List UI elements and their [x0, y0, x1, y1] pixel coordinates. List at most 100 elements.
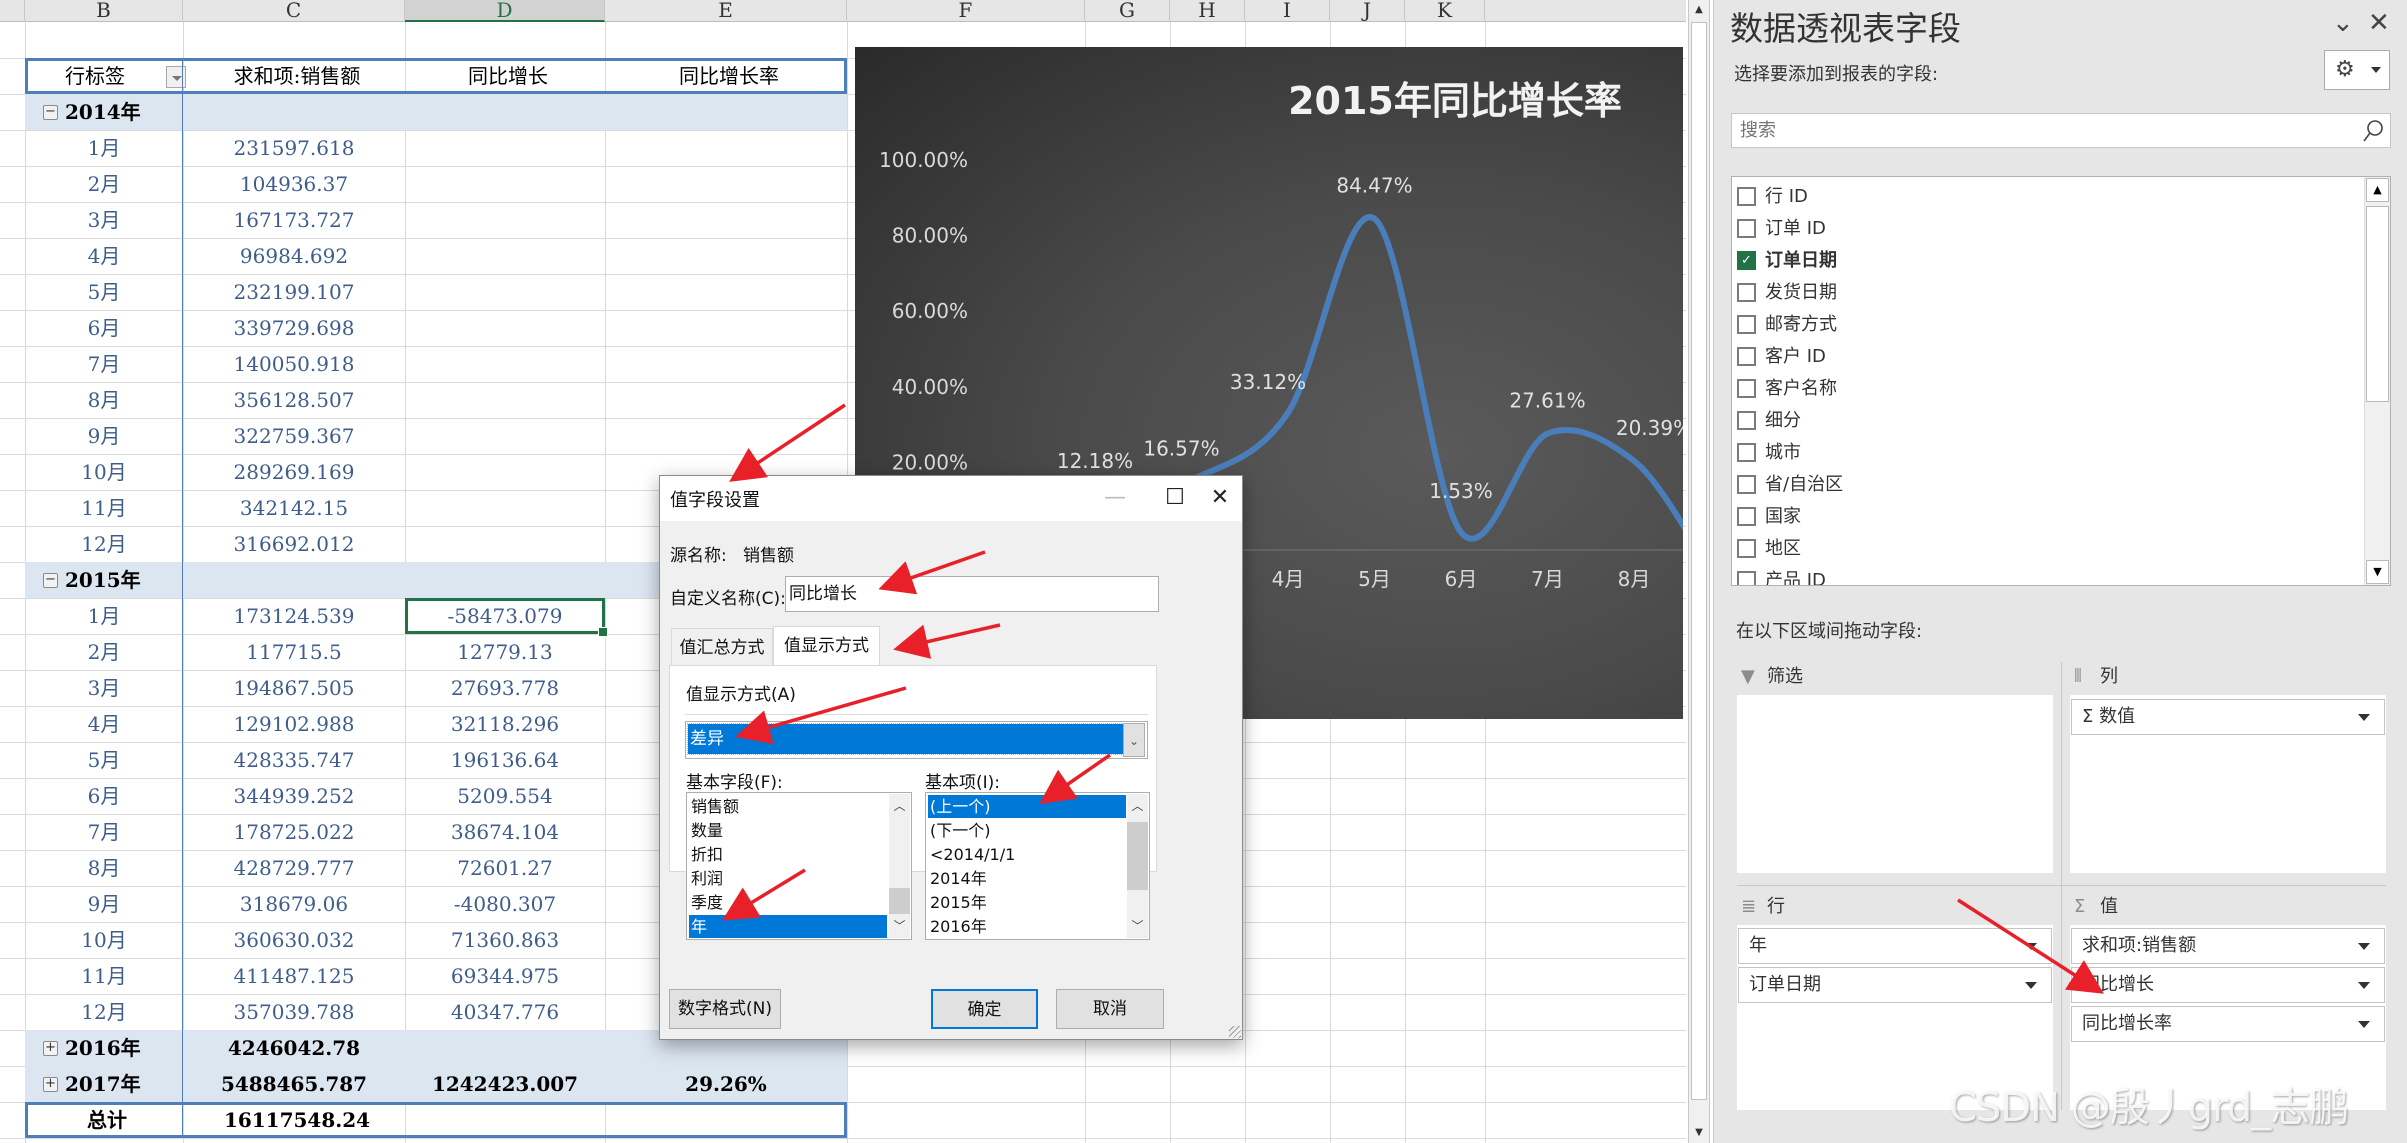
columns-drop-zone[interactable]: Σ 数值	[2070, 695, 2386, 873]
checkbox[interactable]	[1737, 507, 1756, 526]
collapse-icon[interactable]: −	[43, 573, 58, 588]
base-field-option[interactable]: 数量	[689, 819, 887, 842]
checkbox[interactable]	[1737, 443, 1756, 462]
scroll-up-icon[interactable]: ︿	[1127, 796, 1148, 816]
total-sales-cell[interactable]: 16117548.24	[186, 1102, 408, 1138]
base-field-option[interactable]: 销售额	[689, 795, 887, 818]
sales-cell[interactable]: 173124.539	[183, 598, 405, 634]
scroll-down-icon[interactable]: ﹀	[889, 916, 910, 936]
sales-cell[interactable]: 140050.918	[183, 346, 405, 382]
column-header-d[interactable]: D	[405, 0, 605, 22]
close-icon[interactable]: ✕	[2368, 8, 2390, 38]
sales-cell[interactable]: 360630.032	[183, 922, 405, 958]
checkbox[interactable]	[1737, 475, 1756, 494]
base-field-scrollbar[interactable]: ︿ ﹀	[889, 794, 910, 938]
filters-drop-zone[interactable]	[1737, 695, 2053, 873]
column-header-a[interactable]	[0, 0, 25, 22]
column-header-l[interactable]	[1485, 0, 1686, 22]
checkbox[interactable]	[1737, 379, 1756, 398]
checkbox[interactable]	[1737, 347, 1756, 366]
dropdown-arrow-icon[interactable]	[2358, 714, 2370, 721]
scroll-down-icon[interactable]: ﹀	[1127, 916, 1148, 936]
chart-title[interactable]: 2015年同比增长率	[1288, 79, 1622, 123]
sales-cell[interactable]: 322759.367	[183, 418, 405, 454]
scrollbar-thumb[interactable]	[889, 888, 910, 914]
base-item-listbox[interactable]: (上一个) (下一个) <2014/1/1 2014年 2015年 2016年 ︿ ﹀	[925, 792, 1150, 940]
row-label-filter-button[interactable]	[166, 66, 186, 88]
column-header-j[interactable]: J	[1330, 0, 1405, 22]
base-item-option[interactable]: <2014/1/1	[928, 843, 1126, 866]
checkbox[interactable]	[1737, 315, 1756, 334]
growth-cell[interactable]: 40347.776	[405, 994, 605, 1030]
dropdown-arrow-icon[interactable]	[2358, 982, 2370, 989]
base-field-option[interactable]: 折扣	[689, 843, 887, 866]
resize-grip-icon[interactable]	[1229, 1026, 1241, 1038]
growth-cell[interactable]: 5209.554	[405, 778, 605, 814]
show-values-as-selected[interactable]: 差异	[687, 723, 1126, 755]
growth-cell[interactable]: 32118.296	[405, 706, 605, 742]
sales-cell[interactable]: 357039.788	[183, 994, 405, 1030]
maximize-button[interactable]: ☐	[1155, 482, 1195, 514]
column-header-e[interactable]: E	[605, 0, 847, 22]
base-field-option[interactable]: 季度	[689, 891, 887, 914]
field-search-box[interactable]	[1731, 113, 2391, 148]
base-field-option[interactable]: 年	[689, 915, 887, 938]
sales-cell[interactable]: 342142.15	[183, 490, 405, 526]
pane-options-chevron-icon[interactable]: ⌄	[2332, 8, 2354, 38]
sales-cell[interactable]: 178725.022	[183, 814, 405, 850]
sales-cell[interactable]: 344939.252	[183, 778, 405, 814]
sales-cell[interactable]: 428335.747	[183, 742, 405, 778]
checkbox[interactable]	[1737, 539, 1756, 558]
scroll-up-icon[interactable]: ▲	[2366, 178, 2389, 202]
sales-cell[interactable]: 129102.988	[183, 706, 405, 742]
sales-cell[interactable]: 104936.37	[183, 166, 405, 202]
expand-icon[interactable]: +	[43, 1041, 58, 1056]
filters-area[interactable]: ▼ 筛选	[1737, 662, 2053, 877]
sales-cell[interactable]: 167173.727	[183, 202, 405, 238]
field-list-scrollbar[interactable]: ▲ ▼	[2364, 177, 2390, 585]
dropdown-arrow-icon[interactable]	[2025, 943, 2037, 950]
base-item-option[interactable]: 2015年	[928, 891, 1126, 914]
growth-cell[interactable]: 1242423.007	[405, 1066, 605, 1102]
checkbox[interactable]	[1737, 283, 1756, 302]
value-field-sum-sales[interactable]: 求和项:销售额	[2071, 928, 2385, 964]
sales-cell[interactable]: 5488465.787	[183, 1066, 405, 1102]
sales-cell[interactable]: 96984.692	[183, 238, 405, 274]
base-item-option[interactable]: (上一个)	[928, 795, 1126, 818]
growth-cell[interactable]: 12779.13	[405, 634, 605, 670]
growth-cell[interactable]: 72601.27	[405, 850, 605, 886]
column-header-k[interactable]: K	[1405, 0, 1485, 22]
growth-cell[interactable]: 196136.64	[405, 742, 605, 778]
column-header-i[interactable]: I	[1245, 0, 1330, 22]
sales-cell[interactable]: 428729.777	[183, 850, 405, 886]
dialog-title-bar[interactable]: 值字段设置 — ☐ ✕	[660, 476, 1242, 521]
column-header-c[interactable]: C	[183, 0, 405, 22]
sales-cell[interactable]: 232199.107	[183, 274, 405, 310]
sales-cell[interactable]: 411487.125	[183, 958, 405, 994]
show-values-as-select[interactable]: 差异 ⌄	[685, 721, 1148, 759]
sales-cell[interactable]: 339729.698	[183, 310, 405, 346]
field-search-input[interactable]	[1732, 114, 2332, 147]
expand-icon[interactable]: +	[43, 1077, 58, 1092]
scroll-down-icon[interactable]: ▼	[2366, 560, 2389, 584]
sales-cell[interactable]: 316692.012	[183, 526, 405, 562]
sales-cell[interactable]: 4246042.78	[183, 1030, 405, 1066]
sheet-vertical-scrollbar[interactable]: ▲ ▼	[1688, 0, 1710, 1143]
checkbox[interactable]	[1737, 571, 1756, 585]
ok-button[interactable]: 确定	[931, 989, 1038, 1029]
sales-cell[interactable]: 318679.06	[183, 886, 405, 922]
number-format-button[interactable]: 数字格式(N)	[669, 989, 781, 1029]
column-header-h[interactable]: H	[1170, 0, 1245, 22]
column-field-values[interactable]: Σ 数值	[2071, 699, 2385, 735]
dropdown-arrow-icon[interactable]	[2025, 982, 2037, 989]
base-item-option[interactable]: 2016年	[928, 915, 1126, 938]
sales-cell[interactable]: 356128.507	[183, 382, 405, 418]
scrollbar-thumb[interactable]	[2366, 206, 2389, 402]
base-item-option[interactable]: (下一个)	[928, 819, 1126, 842]
value-field-settings-dialog[interactable]: 值字段设置 — ☐ ✕ 源名称: 销售额 自定义名称(C): 同比增长 值汇总方…	[659, 475, 1243, 1040]
base-field-listbox[interactable]: 销售额 数量 折扣 利润 季度年 ︿ ﹀	[686, 792, 912, 940]
tab-summarize-values-by[interactable]: 值汇总方式	[671, 628, 773, 666]
scroll-down-icon[interactable]: ▼	[1691, 1125, 1707, 1141]
sales-cell[interactable]: 194867.505	[183, 670, 405, 706]
base-item-scrollbar[interactable]: ︿ ﹀	[1127, 794, 1148, 938]
